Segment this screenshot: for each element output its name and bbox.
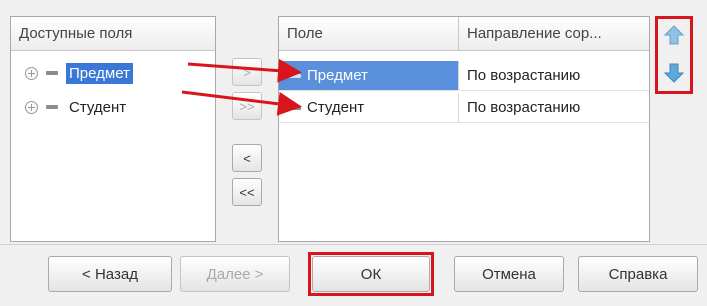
direction-cell-label: По возрастанию [467,67,581,84]
add-all-fields-button[interactable]: >> [232,92,262,120]
field-cell[interactable]: Студент [279,93,459,122]
available-field-label: Студент [69,98,127,116]
field-icon [46,105,58,109]
available-fields-header: Доступные поля [11,17,215,51]
direction-cell[interactable]: По возрастанию [459,93,649,122]
field-cell-label: Предмет [307,67,368,84]
field-icon [46,71,58,75]
ok-button[interactable]: ОК [312,256,430,292]
remove-all-fields-button[interactable]: << [232,178,262,206]
available-field-label: Предмет [66,62,133,84]
table-row[interactable]: Студент По возрастанию [279,93,649,123]
available-field-item[interactable]: Студент [25,93,129,121]
available-fields-title: Доступные поля [19,25,133,42]
grid-header: Поле Направление сор... [279,17,649,51]
help-button[interactable]: Справка [578,256,698,292]
direction-cell-label: По возрастанию [467,99,581,116]
expand-icon[interactable] [25,66,38,80]
available-fields-panel: Доступные поля Предмет Студент [10,16,216,242]
add-field-button[interactable]: > [232,58,262,86]
column-header-field[interactable]: Поле [279,17,459,50]
table-row[interactable]: Предмет По возрастанию [279,61,649,91]
cancel-button[interactable]: Отмена [454,256,564,292]
direction-cell[interactable]: По возрастанию [459,61,649,90]
field-icon [289,74,301,78]
remove-field-button[interactable]: < [232,144,262,172]
move-up-icon[interactable] [663,24,685,46]
field-cell[interactable]: Предмет [279,61,459,90]
back-button[interactable]: < Назад [48,256,172,292]
available-field-item[interactable]: Предмет [25,59,133,87]
move-down-icon[interactable] [663,62,685,84]
field-icon [289,106,301,110]
field-cell-label: Студент [307,99,365,116]
column-header-direction[interactable]: Направление сор... [459,17,649,50]
expand-icon[interactable] [25,100,38,114]
next-button[interactable]: Далее > [180,256,290,292]
sort-fields-grid: Поле Направление сор... Предмет По возра… [278,16,650,242]
